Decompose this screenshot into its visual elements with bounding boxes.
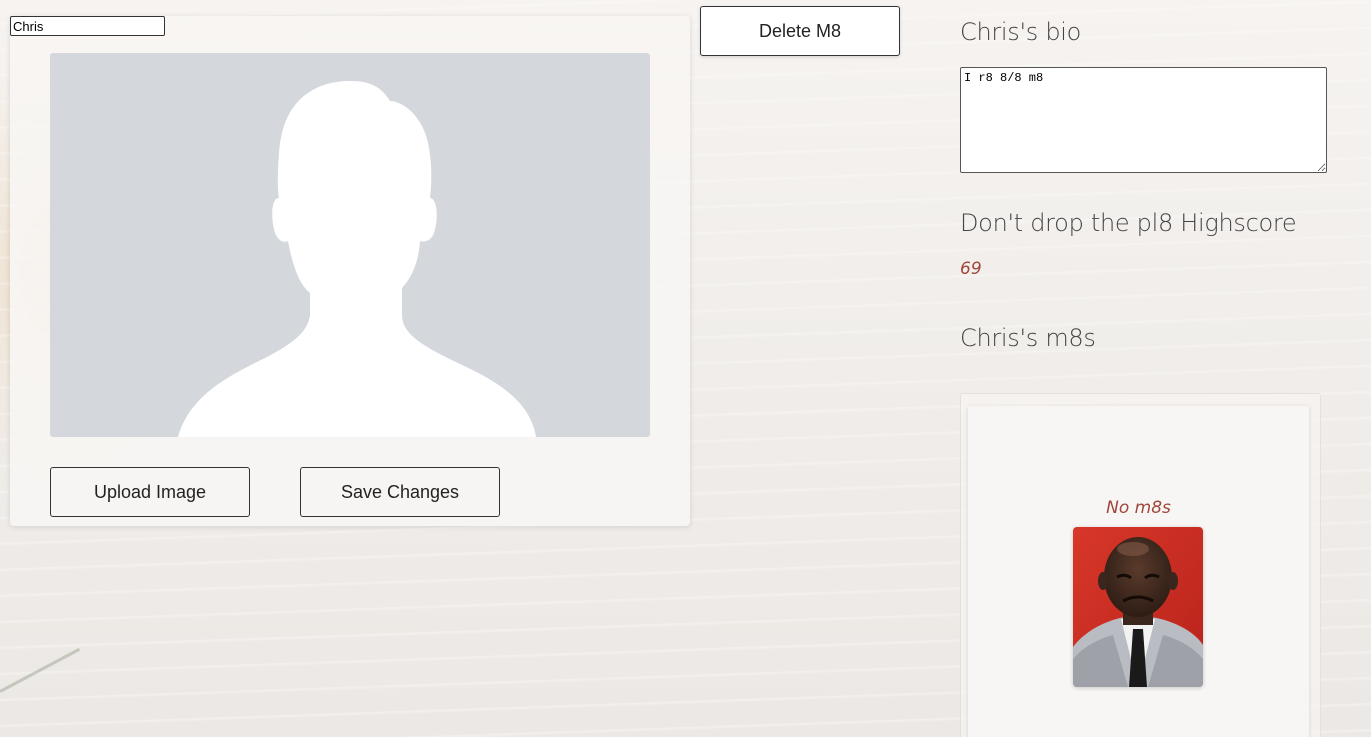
background-streak — [0, 647, 81, 693]
avatar-image — [50, 53, 650, 437]
m8s-card: No m8s — [968, 406, 1309, 737]
bio-heading: Chris's bio — [960, 18, 1082, 46]
crying-face-image — [1073, 527, 1203, 687]
m8s-panel: No m8s — [960, 393, 1321, 737]
m8s-heading: Chris's m8s — [960, 324, 1096, 352]
name-input[interactable] — [10, 16, 165, 36]
bio-textarea[interactable]: I r8 8/8 m8 — [960, 67, 1327, 173]
highscore-heading: Don't drop the pl8 Highscore — [960, 209, 1297, 237]
save-changes-button[interactable]: Save Changes — [300, 467, 500, 517]
upload-image-button[interactable]: Upload Image — [50, 467, 250, 517]
highscore-value: 69 — [960, 259, 982, 279]
person-silhouette-icon — [178, 81, 536, 437]
no-m8s-text: No m8s — [1106, 498, 1171, 518]
delete-m8-button[interactable]: Delete M8 — [700, 6, 900, 56]
